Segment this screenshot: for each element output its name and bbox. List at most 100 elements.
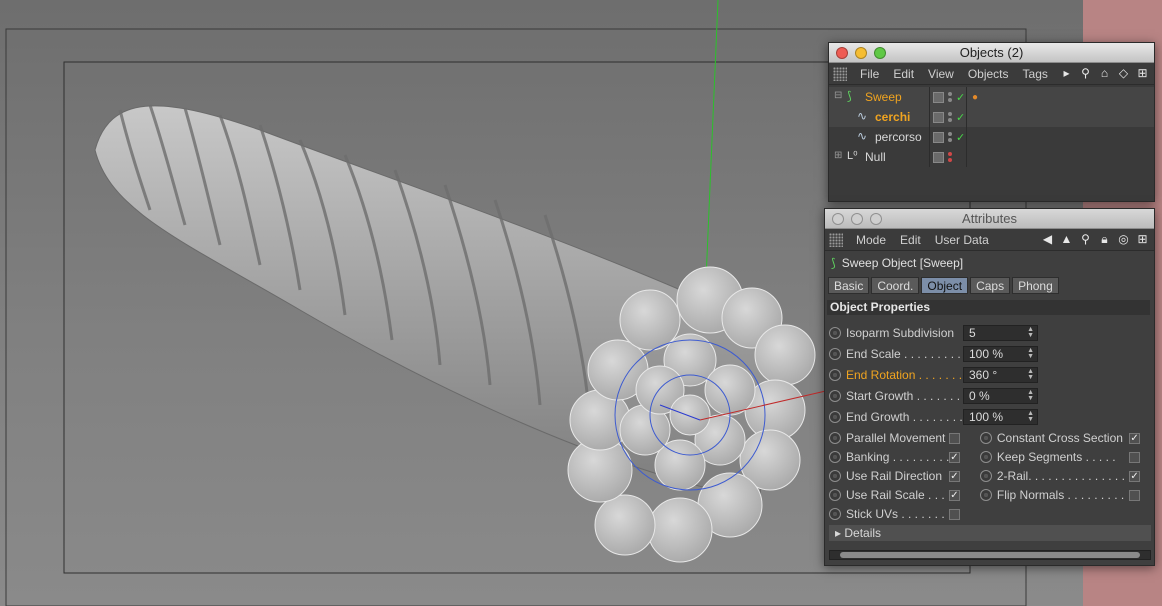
value-input[interactable]: 100 % ▲ ▼	[963, 409, 1038, 425]
checkbox-checked[interactable]: ✓	[949, 451, 960, 463]
enabled-check-icon[interactable]: ✓	[956, 131, 965, 144]
animate-radio-icon[interactable]	[829, 369, 841, 381]
scrollbar-thumb[interactable]	[840, 552, 1140, 558]
phong-tag-icon[interactable]: ●	[972, 92, 978, 103]
menu-edit[interactable]: Edit	[886, 67, 921, 81]
minimize-button[interactable]	[851, 213, 863, 225]
object-row-cerchi[interactable]: ∿ cerchi ✓	[829, 107, 1154, 127]
animate-radio-icon[interactable]	[829, 348, 841, 360]
attributes-manager-window[interactable]: Attributes Mode Edit User Data ◀ ▲ ⚲ 🔒︎ …	[824, 208, 1155, 566]
target-icon[interactable]: ◎	[1116, 232, 1131, 247]
menu-mode[interactable]: Mode	[849, 233, 893, 247]
layer-icon[interactable]	[933, 111, 944, 123]
menu-edit[interactable]: Edit	[893, 233, 928, 247]
check-label: 2-Rail. . . . . . . . . . . . . . .	[996, 469, 1125, 483]
object-row-sweep[interactable]: ⊟ ⟆ Sweep ✓ ●	[829, 87, 1154, 107]
zoom-button[interactable]	[874, 47, 886, 59]
object-header: ⟆ Sweep Object [Sweep]	[825, 251, 1154, 275]
animate-radio-icon[interactable]	[829, 489, 841, 501]
visibility-dots-icon[interactable]	[948, 92, 952, 102]
spinner-icon[interactable]: ▲ ▼	[1027, 389, 1034, 402]
enabled-check-icon[interactable]: ✓	[956, 111, 965, 124]
grip-icon[interactable]	[833, 66, 847, 81]
animate-radio-icon[interactable]	[829, 390, 841, 402]
animate-radio-icon[interactable]	[980, 470, 992, 482]
animate-radio-icon[interactable]	[980, 489, 992, 501]
search-icon[interactable]: ⚲	[1078, 66, 1093, 81]
forward-arrow-icon[interactable]: ▲	[1059, 232, 1074, 247]
visibility-dots-icon[interactable]	[948, 112, 952, 122]
object-name[interactable]: cerchi	[875, 110, 910, 124]
details-group[interactable]: ▸ Details	[829, 525, 1151, 541]
grip-icon[interactable]	[829, 232, 843, 247]
tab-object[interactable]: Object	[921, 277, 969, 294]
object-name[interactable]: Null	[865, 150, 886, 164]
horizontal-scrollbar[interactable]	[829, 550, 1151, 560]
checkbox-checked[interactable]: ✓	[1129, 470, 1140, 482]
enabled-check-icon[interactable]: ✓	[956, 91, 965, 104]
expand-icon[interactable]: ⊞	[834, 150, 842, 161]
back-arrow-icon[interactable]: ◀	[1040, 232, 1055, 247]
search-icon[interactable]: ⚲	[1078, 232, 1093, 247]
zoom-button[interactable]	[870, 213, 882, 225]
checkbox-checked[interactable]: ✓	[949, 489, 960, 501]
animate-radio-icon[interactable]	[980, 432, 992, 444]
checkbox-checked[interactable]: ✓	[1129, 432, 1140, 444]
animate-radio-icon[interactable]	[980, 451, 992, 463]
layer-icon[interactable]	[933, 91, 944, 103]
add-icon[interactable]: ⊞	[1135, 66, 1150, 81]
lock-icon[interactable]: 🔒︎	[1097, 232, 1112, 247]
visibility-dots-red-icon[interactable]	[948, 152, 952, 162]
tab-phong[interactable]: Phong	[1012, 277, 1059, 294]
close-button[interactable]	[832, 213, 844, 225]
add-icon[interactable]: ⊞	[1135, 232, 1150, 247]
visibility-dots-icon[interactable]	[948, 132, 952, 142]
object-row-percorso[interactable]: ∿ percorso ✓	[829, 127, 1154, 147]
menu-user-data[interactable]: User Data	[928, 233, 996, 247]
checkbox[interactable]	[1129, 489, 1140, 501]
object-row-null[interactable]: ⊞ L⁰ Null	[829, 147, 1154, 167]
check-label: Flip Normals . . . . . . . . .	[996, 488, 1125, 502]
animate-radio-icon[interactable]	[829, 508, 841, 520]
object-name[interactable]: Sweep	[865, 90, 902, 104]
eye-icon[interactable]: ◇	[1116, 66, 1131, 81]
objects-manager-window[interactable]: Objects (2) File Edit View Objects Tags …	[828, 42, 1155, 202]
home-icon[interactable]: ⌂	[1097, 66, 1112, 81]
menu-objects[interactable]: Objects	[961, 67, 1016, 81]
close-button[interactable]	[836, 47, 848, 59]
spinner-icon[interactable]: ▲ ▼	[1027, 347, 1034, 360]
tab-caps[interactable]: Caps	[970, 277, 1011, 294]
menu-file[interactable]: File	[853, 67, 886, 81]
tab-coord[interactable]: Coord.	[871, 277, 920, 294]
animate-radio-icon[interactable]	[829, 432, 841, 444]
spinner-icon[interactable]: ▲ ▼	[1027, 326, 1034, 339]
animate-radio-icon[interactable]	[829, 411, 841, 423]
tab-basic[interactable]: Basic	[828, 277, 870, 294]
animate-radio-icon[interactable]	[829, 470, 841, 482]
attributes-titlebar[interactable]: Attributes	[825, 209, 1154, 229]
value-input[interactable]: 0 % ▲ ▼	[963, 388, 1038, 404]
checkbox[interactable]	[949, 508, 960, 520]
checkbox-checked[interactable]: ✓	[949, 470, 960, 482]
layer-icon[interactable]	[933, 131, 944, 143]
field-label: End Rotation . . . . . . .	[846, 368, 963, 382]
minimize-button[interactable]	[855, 47, 867, 59]
object-tree[interactable]: ⊟ ⟆ Sweep ✓ ● ∿ cerchi ✓ ∿ percorso ✓ ⊞	[829, 85, 1154, 201]
value-input[interactable]: 360 ° ▲ ▼	[963, 367, 1038, 383]
collapse-icon[interactable]: ⊟	[834, 90, 842, 101]
animate-radio-icon[interactable]	[829, 451, 841, 463]
checkbox[interactable]	[949, 432, 960, 444]
value-input[interactable]: 5 ▲ ▼	[963, 325, 1038, 341]
checkbox[interactable]	[1129, 451, 1140, 463]
objects-titlebar[interactable]: Objects (2)	[829, 43, 1154, 63]
object-name[interactable]: percorso	[875, 130, 922, 144]
spinner-icon[interactable]: ▲ ▼	[1027, 368, 1034, 381]
menu-tags[interactable]: Tags	[1016, 67, 1055, 81]
field-label: End Growth . . . . . . . .	[846, 410, 963, 424]
value-input[interactable]: 100 % ▲ ▼	[963, 346, 1038, 362]
menu-view[interactable]: View	[921, 67, 961, 81]
animate-radio-icon[interactable]	[829, 327, 841, 339]
arrow-right-icon[interactable]: ▸	[1059, 66, 1074, 81]
layer-icon[interactable]	[933, 151, 944, 163]
spinner-icon[interactable]: ▲ ▼	[1027, 410, 1034, 423]
